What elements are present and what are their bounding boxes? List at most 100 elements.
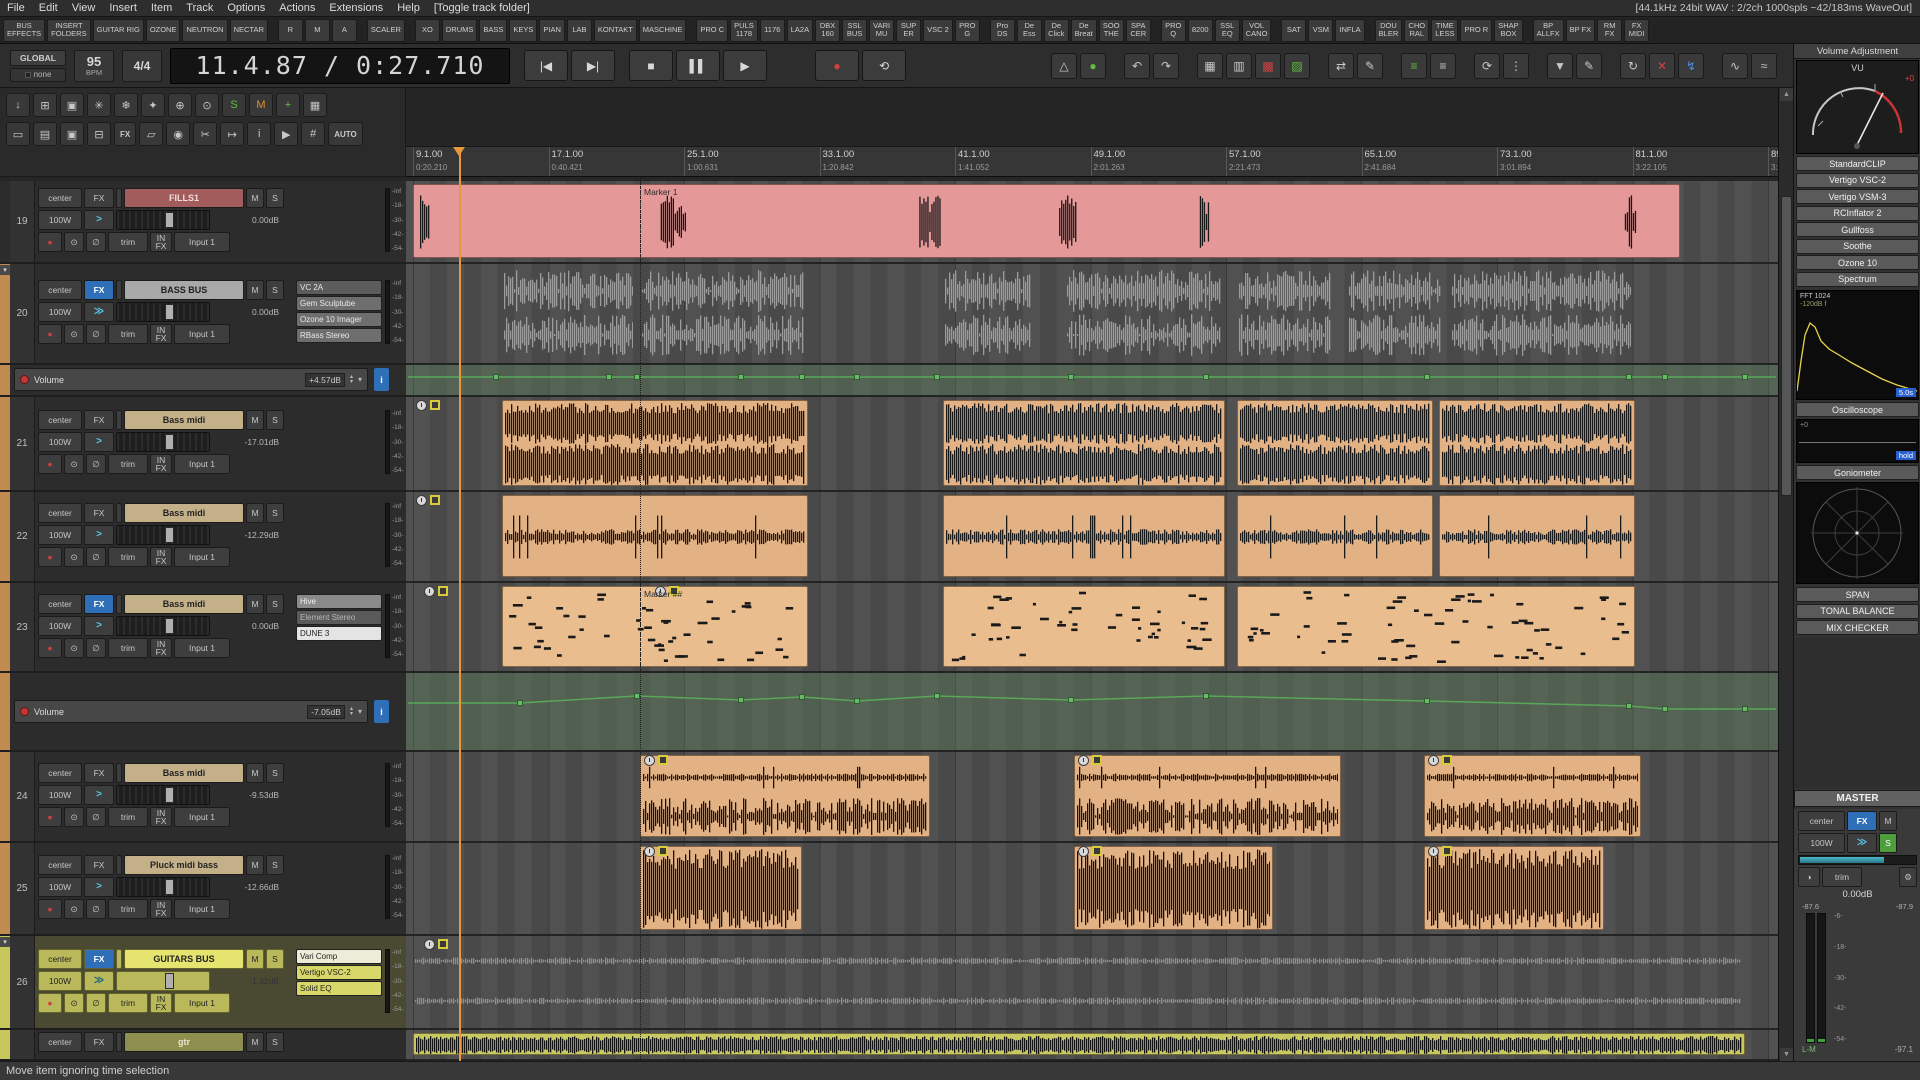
fx-chain-item[interactable]: Ozone 10 Imager	[296, 312, 382, 327]
media-item[interactable]	[1424, 755, 1641, 837]
media-item[interactable]	[1237, 586, 1635, 667]
toolbar-button-vsm[interactable]: VSM	[1308, 19, 1333, 42]
mute-button[interactable]: M	[246, 594, 264, 614]
remove-icon[interactable]: ✕	[1649, 53, 1675, 79]
volume-fader[interactable]	[116, 525, 210, 545]
toolbar-button-bus-effects[interactable]: BUS EFFECTS	[3, 19, 45, 42]
loop-source-icon[interactable]	[424, 586, 435, 597]
track-number[interactable]: 21	[10, 397, 35, 490]
toolbar-button-a[interactable]: A	[332, 19, 357, 42]
item-lock-icon[interactable]	[430, 400, 440, 410]
automation-mode-icon[interactable]: AUTO	[328, 122, 363, 146]
fx-button[interactable]: FX	[84, 503, 114, 523]
media-item[interactable]	[1424, 846, 1604, 930]
toolbar-button-1176[interactable]: 1176	[760, 19, 785, 42]
input-select[interactable]: Input 1	[174, 232, 230, 252]
folder-toggle-button[interactable]: ▾	[0, 265, 10, 275]
fx-chain-item[interactable]: Element Stereo	[296, 610, 382, 625]
menu-item-help[interactable]: Help	[390, 2, 427, 14]
envelope-points-icon[interactable]: ⇄	[1328, 53, 1354, 79]
input-fx-button[interactable]: IN FX	[150, 232, 172, 252]
loop-source-icon[interactable]	[1078, 755, 1089, 766]
media-item[interactable]	[1439, 400, 1635, 486]
item-lock-icon[interactable]	[430, 495, 440, 505]
record-arm-button[interactable]: ●	[38, 807, 62, 827]
toolbar-button-kontakt[interactable]: KONTAKT	[594, 19, 637, 42]
render-icon[interactable]: ⊕	[168, 93, 192, 117]
envelope-info-button[interactable]: i	[374, 368, 389, 391]
media-item[interactable]	[1439, 495, 1635, 577]
track-lane-22[interactable]	[406, 492, 1778, 583]
mute-button[interactable]: M	[246, 855, 264, 875]
track-name[interactable]: gtr	[124, 1032, 244, 1052]
trim-button[interactable]: trim	[108, 993, 148, 1013]
record-arm-button[interactable]: ●	[38, 232, 62, 252]
phase-button[interactable]: ∅	[86, 232, 106, 252]
solo-button[interactable]: S	[266, 503, 284, 523]
route-button[interactable]: >	[84, 616, 114, 636]
track-number[interactable]: 19	[10, 181, 35, 262]
input-select[interactable]: Input 1	[174, 807, 230, 827]
input-fx-button[interactable]: IN FX	[150, 807, 172, 827]
solo-button[interactable]: S	[266, 594, 284, 614]
toolbar-button-neutron[interactable]: NEUTRON	[182, 19, 227, 42]
scope-hold-tag[interactable]: hold	[1896, 451, 1916, 460]
monitor-button[interactable]: ⊙	[64, 324, 84, 344]
plugin-button-vertigo-vsm-3[interactable]: Vertigo VSM-3	[1796, 189, 1919, 204]
solo-button[interactable]: S	[266, 949, 284, 969]
import-media-icon[interactable]: ↓	[6, 93, 30, 117]
track-lane-23[interactable]: Marker ##	[406, 583, 1778, 673]
envelope-curve[interactable]	[406, 365, 1778, 395]
record-arm-button[interactable]: ●	[38, 993, 62, 1013]
monitor-button[interactable]: ⊙	[64, 807, 84, 827]
meter-icon[interactable]: ≈	[1751, 53, 1777, 79]
pan-control[interactable]: center	[38, 503, 82, 523]
track-panel-23[interactable]: 23centerFXBass midiMS100W>0.00dB●⊙∅trimI…	[0, 583, 406, 673]
toolbar-button-pro-g[interactable]: PRO G	[955, 19, 980, 42]
menu-item-actions[interactable]: Actions	[272, 2, 322, 14]
lightning-icon[interactable]: ↯	[1678, 53, 1704, 79]
toolbar-button-ssl-bus[interactable]: SSL BUS	[842, 19, 867, 42]
fx-bypass-divider[interactable]	[116, 188, 122, 208]
info-icon[interactable]: i	[247, 122, 271, 146]
volume-fader[interactable]	[116, 971, 210, 991]
draw-icon[interactable]: ✎	[1576, 53, 1602, 79]
grid-settings-icon[interactable]: ▦	[1197, 53, 1223, 79]
track-number[interactable]: 24	[10, 752, 35, 841]
loop-source-icon[interactable]	[1078, 846, 1089, 857]
trim-button[interactable]: trim	[108, 899, 148, 919]
input-fx-button[interactable]: IN FX	[150, 324, 172, 344]
toolbar-button-sat[interactable]: SAT	[1281, 19, 1306, 42]
mute-button[interactable]: M	[246, 280, 264, 300]
track-lane-20[interactable]	[406, 264, 1778, 365]
media-item[interactable]	[502, 495, 808, 577]
pan-control[interactable]: center	[38, 949, 82, 969]
input-select[interactable]: Input 1	[174, 547, 230, 567]
fx-chain-item[interactable]: VC 2A	[296, 280, 382, 295]
plugin-button-spectrum[interactable]: Spectrum	[1796, 272, 1919, 287]
toolbar-button-bass[interactable]: BASS	[479, 19, 507, 42]
toolbar-button-de-click[interactable]: De Click	[1044, 19, 1069, 42]
track-name[interactable]: GUITARS BUS	[124, 949, 244, 969]
phase-button[interactable]: ∅	[86, 807, 106, 827]
menu-item-track[interactable]: Track	[179, 2, 220, 14]
toolbar-button-shap-box[interactable]: SHAP BOX	[1494, 19, 1522, 42]
marker-lane[interactable]	[406, 88, 1778, 147]
width-control[interactable]: 100W	[38, 432, 82, 452]
input-fx-button[interactable]: IN FX	[150, 638, 172, 658]
trim-button[interactable]: trim	[108, 638, 148, 658]
folder-toggle-button[interactable]: ▾	[0, 937, 10, 947]
track-name[interactable]: Pluck midi bass	[124, 855, 244, 875]
route-button[interactable]: >	[84, 432, 114, 452]
fx-button[interactable]: FX	[84, 280, 114, 300]
solo-button[interactable]: S	[266, 410, 284, 430]
zoom-icon[interactable]: ⊙	[195, 93, 219, 117]
mute-badge-icon[interactable]: M	[249, 93, 273, 117]
master-phase-icon[interactable]: ◑	[1798, 867, 1820, 887]
loop-icon[interactable]: ↻	[1620, 53, 1646, 79]
monitor-button[interactable]: ⊙	[64, 899, 84, 919]
master-trim-button[interactable]: trim	[1822, 867, 1862, 887]
toolbar-button-fx-midi[interactable]: FX MIDI	[1624, 19, 1649, 42]
track-name[interactable]: BASS BUS	[124, 280, 244, 300]
fx-button[interactable]: FX	[84, 410, 114, 430]
